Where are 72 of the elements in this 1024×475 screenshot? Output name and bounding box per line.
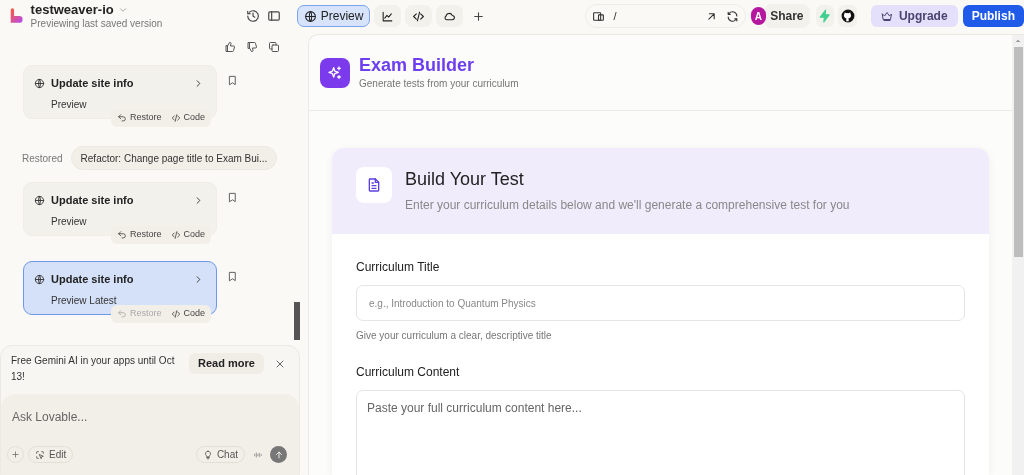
card-title: Build Your Test [405,168,525,191]
scroll-up-icon[interactable] [1014,37,1022,45]
code-icon [170,113,181,123]
devices-icon [592,9,606,23]
share-button[interactable]: Share [764,4,810,28]
bolt-icon [817,9,832,23]
code-tab[interactable] [405,5,433,27]
waveform-icon [252,449,263,460]
version-subtitle: Preview Latest [50,293,118,308]
upgrade-button[interactable]: Upgrade [870,5,958,27]
project-name[interactable]: testweaver-io [30,3,114,16]
app-subtitle: Generate tests from your curriculum [359,77,519,91]
version-title: Update site info [51,193,135,208]
version-subtitle: Preview [50,97,88,112]
lightbulb-icon [202,449,213,460]
document-icon [366,177,382,193]
history-icon [245,9,260,23]
title-input[interactable]: e.g., Introduction to Quantum Physics [356,285,965,321]
chat-composer[interactable]: Ask Lovable... Edit Chat [1,394,299,475]
version-subtitle: Preview [50,214,88,229]
user-avatar[interactable]: A [750,7,767,25]
globe-icon [303,9,317,23]
arrow-up-icon [273,449,284,460]
undo-icon [117,230,127,240]
bookmark-icon[interactable] [227,192,238,203]
plus-icon [471,9,485,23]
undo-icon [117,309,127,319]
plus-icon [11,450,20,459]
select-icon [35,449,45,460]
read-more-button[interactable]: Read more [189,353,264,374]
cloud-tab[interactable] [436,5,464,27]
url-path: / [613,8,618,24]
address-bar[interactable]: / [585,4,746,28]
preview-tab[interactable]: Preview [296,5,371,27]
analytics-tab[interactable] [374,5,402,27]
card-description: Enter your curriculum details below and we'll generate a comprehensive test for you [405,197,850,214]
chat-input[interactable]: Ask Lovable... [7,402,293,432]
field-hint: Give your curriculum a clear, descriptive title [356,329,553,343]
scrollbar-thumb[interactable] [294,302,300,340]
commit-message[interactable]: Refactor: Change page title to Exam Bui... [70,146,278,170]
sparkles-icon [327,64,343,81]
send-button[interactable] [270,446,287,463]
publish-button[interactable]: Publish [962,5,1024,27]
crown-icon [880,10,893,22]
restored-label: Restored [22,151,63,166]
scrollbar-thumb[interactable] [1013,47,1023,257]
project-status: Previewing last saved version [30,19,164,29]
scrollbar[interactable] [1012,35,1024,475]
thumbs-up-icon[interactable] [224,41,236,53]
globe-icon [34,77,45,89]
code-icon [170,230,181,240]
undo-icon [117,113,127,123]
version-title: Update site info [51,272,135,287]
field-label: Curriculum Title [356,259,441,276]
version-title: Update site info [51,76,135,91]
app-title: Exam Builder [359,54,476,76]
content-textarea[interactable]: Paste your full curriculum content here... [356,390,965,475]
github-icon [840,9,855,23]
globe-icon [34,194,45,206]
field-label: Curriculum Content [356,364,461,381]
globe-icon [34,273,45,285]
copy-icon[interactable] [268,41,280,53]
chart-icon [381,9,395,23]
bookmark-icon[interactable] [227,271,238,282]
app-logo[interactable] [9,7,23,25]
code-icon [412,9,426,23]
code-icon [170,309,181,319]
refresh-icon[interactable] [725,9,739,23]
thumbs-down-icon[interactable] [246,41,258,53]
panel-icon [267,9,282,23]
bookmark-icon[interactable] [227,75,238,86]
promo-text: Free Gemini AI in your apps until Oct 13! [11,354,176,384]
